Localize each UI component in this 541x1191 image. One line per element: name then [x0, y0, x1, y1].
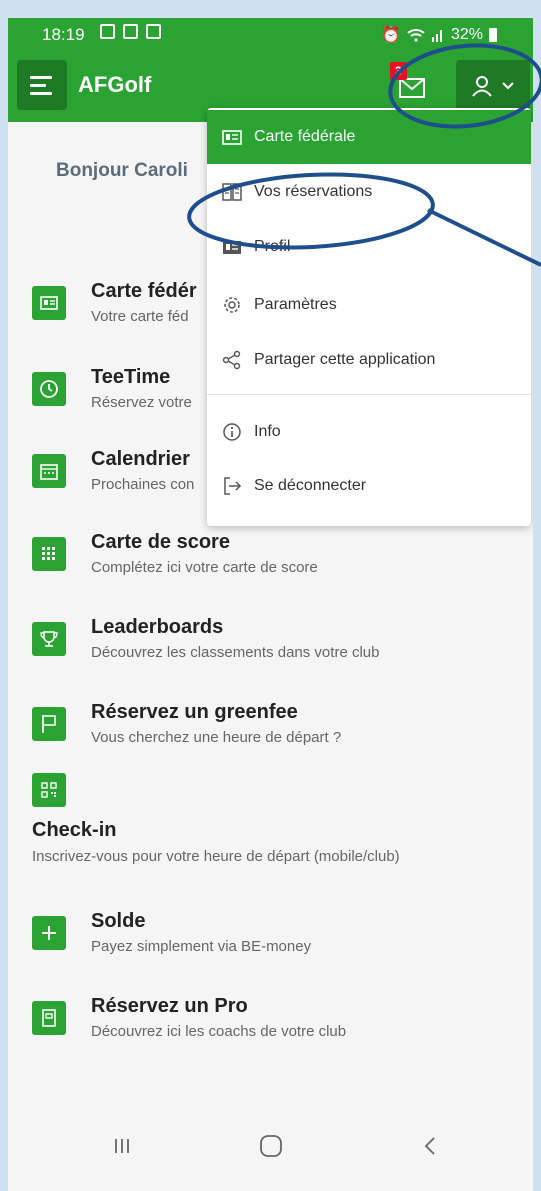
list-item-subtitle: Réservez votre	[91, 394, 192, 411]
wifi-icon	[407, 28, 425, 42]
menu-item-label: Paramètres	[254, 296, 337, 313]
trophy-icon	[32, 622, 66, 656]
list-item-subtitle: Inscrivez-vous pour votre heure de dépar…	[32, 848, 400, 865]
book-icon	[32, 1001, 66, 1035]
app-notification-icon	[146, 24, 161, 39]
list-item-subtitle: Vous cherchez une heure de départ ?	[91, 729, 342, 746]
hamburger-line	[30, 75, 52, 79]
menu-item-se-deconnecter[interactable]: Se déconnecter	[207, 459, 531, 513]
mail-badge: 3	[390, 62, 407, 80]
list-item-subtitle: Complétez ici votre carte de score	[91, 559, 318, 576]
clock-icon	[32, 372, 66, 406]
list-item-title: Check-in	[32, 819, 117, 841]
hamburger-menu-button[interactable]	[17, 60, 67, 110]
battery-icon	[489, 28, 497, 42]
list-item-title: Réservez un greenfee	[91, 701, 298, 723]
signal-icon	[431, 28, 445, 42]
hamburger-line	[30, 83, 46, 87]
phone-screen: 18:19 ⏰ 32% AFGolf 3 Bonjour Caroli Cart…	[8, 18, 533, 1191]
greeting-text: Bonjour Caroli	[56, 160, 188, 181]
id-card-icon	[220, 125, 244, 149]
chat-notification-icon	[123, 24, 138, 39]
user-menu-button[interactable]	[456, 60, 530, 112]
system-navigation-bar	[8, 1101, 533, 1191]
menu-item-profil[interactable]: Profil	[207, 220, 531, 274]
list-item-title: Calendrier	[91, 448, 190, 470]
user-icon	[472, 76, 492, 97]
profile-card-icon	[220, 235, 244, 259]
home-icon	[260, 1135, 282, 1157]
menu-divider	[207, 394, 531, 395]
status-time: 18:19	[42, 25, 85, 44]
list-item-title: Leaderboards	[91, 616, 224, 638]
list-item-title: Réservez un Pro	[91, 995, 248, 1017]
menu-item-label: Vos réservations	[254, 183, 373, 200]
reservations-icon	[220, 180, 244, 204]
flag-icon	[32, 707, 66, 741]
menu-item-vos-reservations[interactable]: Vos réservations	[207, 165, 531, 219]
menu-item-label: Partager cette application	[254, 351, 436, 368]
battery-percent: 32%	[450, 26, 483, 43]
id-card-icon	[32, 286, 66, 320]
home-button[interactable]	[251, 1131, 291, 1161]
menu-item-label: Carte fédérale	[254, 128, 356, 145]
notification-icons	[100, 24, 161, 39]
chevron-down-icon	[502, 82, 514, 90]
menu-item-label: Profil	[254, 238, 291, 255]
menu-item-info[interactable]: Info	[207, 405, 531, 459]
menu-item-label: Info	[254, 423, 281, 440]
menu-item-label: Se déconnecter	[254, 477, 367, 494]
calendar-icon	[32, 454, 66, 488]
recent-apps-icon	[115, 1139, 129, 1153]
menu-item-parametres[interactable]: Paramètres	[207, 278, 531, 332]
share-icon	[220, 348, 244, 372]
menu-item-carte-federale[interactable]: Carte fédérale	[207, 110, 531, 164]
list-item-subtitle: Découvrez ici les coachs de votre club	[91, 1023, 347, 1040]
back-icon	[424, 1137, 435, 1155]
list-item-subtitle: Découvrez les classements dans votre clu…	[91, 644, 380, 661]
list-item-title: Carte de score	[91, 531, 230, 553]
logout-icon	[220, 474, 244, 498]
system-icons: ⏰ 32%	[381, 25, 497, 45]
info-icon	[220, 420, 244, 444]
image-notification-icon	[100, 24, 115, 39]
list-item-title: Solde	[91, 910, 146, 932]
gear-icon	[220, 293, 244, 317]
app-title: AFGolf	[78, 72, 152, 97]
plus-icon	[32, 916, 66, 950]
list-item-title: TeeTime	[91, 366, 171, 388]
list-item-subtitle: Votre carte féd	[91, 308, 189, 325]
grid-icon	[32, 537, 66, 571]
hamburger-line	[30, 91, 52, 95]
mail-icon	[399, 78, 425, 98]
list-item-subtitle: Payez simplement via BE-money	[91, 938, 312, 955]
menu-item-partager[interactable]: Partager cette application	[207, 333, 531, 387]
back-button[interactable]	[410, 1131, 450, 1161]
list-item-subtitle: Prochaines con	[91, 476, 195, 493]
alarm-icon: ⏰	[381, 27, 401, 44]
user-dropdown-menu: Carte fédérale Vos réservations Profil P…	[207, 108, 531, 526]
recent-apps-button[interactable]	[102, 1131, 142, 1161]
list-item-title: Carte fédér	[91, 280, 197, 302]
status-bar: 18:19 ⏰ 32%	[8, 18, 533, 50]
qr-icon	[32, 773, 66, 807]
